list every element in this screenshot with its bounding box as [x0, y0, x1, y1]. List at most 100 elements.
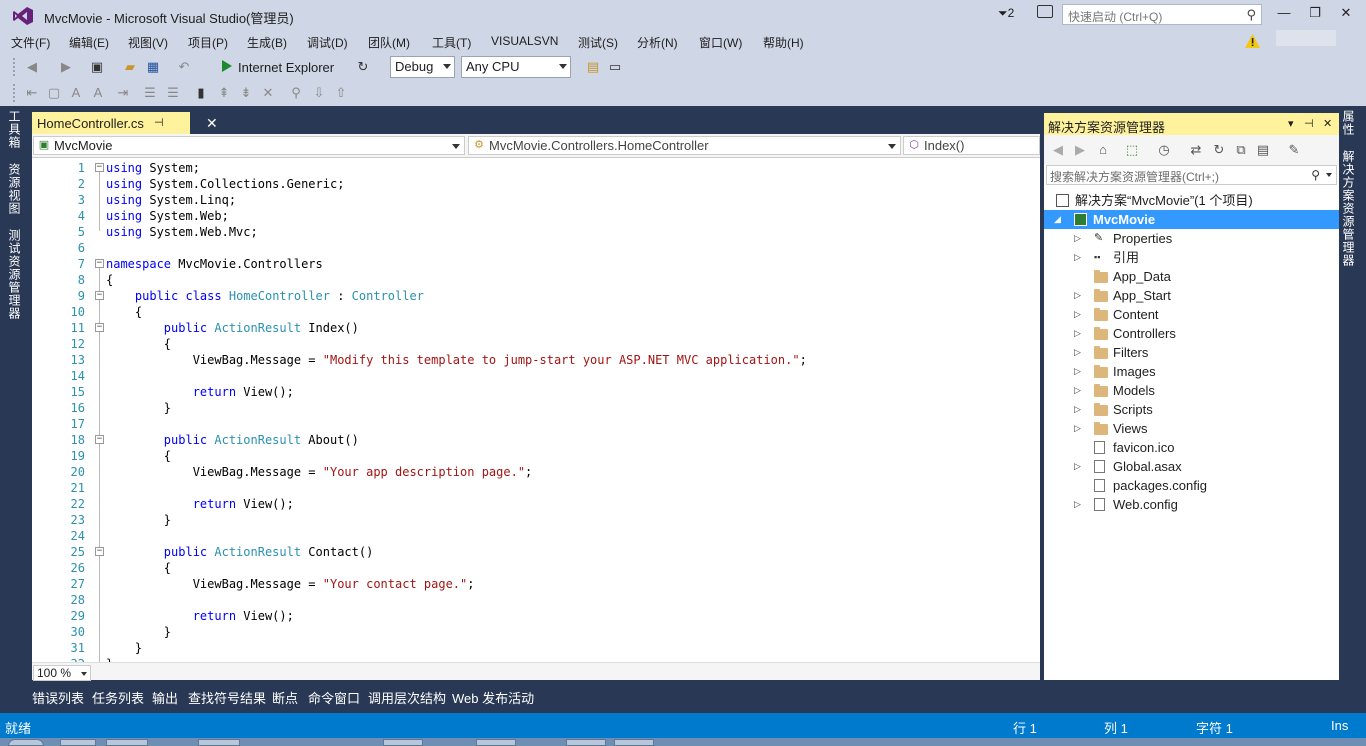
- code-line[interactable]: }: [106, 640, 142, 656]
- open-file-icon[interactable]: ▰: [122, 59, 138, 75]
- expand-arrow-icon[interactable]: ▷: [1074, 400, 1081, 419]
- save-all-icon[interactable]: ▦: [145, 59, 161, 75]
- comment-icon[interactable]: ☰: [142, 85, 158, 101]
- start-debugging-icon[interactable]: [222, 60, 232, 72]
- code-line[interactable]: {: [106, 272, 113, 288]
- find-icon[interactable]: ⚲: [288, 85, 304, 101]
- collapse-outline-icon[interactable]: −: [95, 435, 104, 444]
- menu-team[interactable]: 团队(M): [368, 34, 410, 51]
- minimize-button[interactable]: —: [1274, 5, 1294, 23]
- quick-launch-input[interactable]: 快速启动 (Ctrl+Q) ⚲: [1062, 4, 1262, 25]
- taskbar-app[interactable]: [106, 739, 148, 746]
- menu-project[interactable]: 项目(P): [188, 34, 228, 51]
- menu-edit[interactable]: 编辑(E): [69, 34, 109, 51]
- close-tab-icon[interactable]: ✕: [206, 115, 218, 132]
- test-explorer-tab[interactable]: 测试资源管理器: [6, 229, 23, 320]
- tree-item[interactable]: 解决方案“MvcMovie”(1 个项目): [1044, 191, 1339, 210]
- navigate-back-icon[interactable]: ◀: [24, 59, 40, 75]
- tree-item[interactable]: ▷ ✎ Properties: [1044, 229, 1339, 248]
- collapse-outline-icon[interactable]: −: [95, 259, 104, 268]
- show-all-files-icon[interactable]: ▤: [1255, 142, 1271, 158]
- expand-arrow-icon[interactable]: ▷: [1074, 457, 1081, 476]
- menu-test[interactable]: 测试(S): [578, 34, 618, 51]
- code-line[interactable]: using System.Linq;: [106, 192, 236, 208]
- toolbar-grip[interactable]: [13, 58, 16, 76]
- menu-file[interactable]: 文件(F): [11, 34, 50, 51]
- navigate-forward-icon[interactable]: ▶: [58, 59, 74, 75]
- expand-arrow-icon[interactable]: ▷: [1074, 248, 1081, 267]
- taskbar-app[interactable]: [383, 739, 423, 746]
- code-line[interactable]: return View();: [106, 496, 294, 512]
- run-target-button[interactable]: Internet Explorer: [238, 60, 334, 75]
- tab-output[interactable]: 输出: [152, 688, 178, 707]
- tree-item[interactable]: favicon.ico: [1044, 438, 1339, 457]
- code-line[interactable]: {: [106, 448, 171, 464]
- code-line[interactable]: }: [106, 624, 171, 640]
- tree-item[interactable]: packages.config: [1044, 476, 1339, 495]
- tree-item[interactable]: ▷ Controllers: [1044, 324, 1339, 343]
- bookmark-icon[interactable]: ▮: [193, 85, 209, 101]
- feedback-icon[interactable]: [1037, 5, 1053, 18]
- code-line[interactable]: }: [106, 400, 171, 416]
- code-line[interactable]: using System;: [106, 160, 200, 176]
- clear-bookmarks-icon[interactable]: ✕: [260, 85, 276, 101]
- expand-arrow-icon[interactable]: ◢: [1054, 210, 1061, 229]
- tree-item[interactable]: ▷ Filters: [1044, 343, 1339, 362]
- tree-item[interactable]: ▷ Content: [1044, 305, 1339, 324]
- menu-visualsvn[interactable]: VISUALSVN: [491, 34, 558, 48]
- tab-find-symbol-results[interactable]: 查找符号结果: [188, 688, 266, 707]
- code-editor[interactable]: ▣ MvcMovie ⚙ MvcMovie.Controllers.HomeCont…: [32, 134, 1040, 681]
- taskbar-app[interactable]: [614, 739, 654, 746]
- tab-breakpoints[interactable]: 断点: [272, 688, 298, 707]
- collapse-outline-icon[interactable]: −: [95, 323, 104, 332]
- code-line[interactable]: {: [106, 336, 171, 352]
- back-icon[interactable]: ◀: [1050, 142, 1066, 158]
- word-wrap-icon[interactable]: A: [90, 85, 106, 101]
- collapse-outline-icon[interactable]: −: [95, 547, 104, 556]
- tab-homecontroller[interactable]: HomeController.cs ⊣: [32, 112, 190, 134]
- code-line[interactable]: public class HomeController : Controller: [106, 288, 424, 304]
- code-line[interactable]: using System.Web.Mvc;: [106, 224, 258, 240]
- properties-tab[interactable]: 属性: [1340, 110, 1357, 136]
- member-dropdown[interactable]: ⬡ Index(): [903, 136, 1040, 155]
- menu-debug[interactable]: 调试(D): [307, 34, 348, 51]
- expand-arrow-icon[interactable]: ▷: [1074, 362, 1081, 381]
- code-line[interactable]: {: [106, 560, 171, 576]
- tab-web-publish-activity[interactable]: Web 发布活动: [452, 688, 534, 707]
- menu-build[interactable]: 生成(B): [247, 34, 287, 51]
- collapse-outline-icon[interactable]: −: [95, 291, 104, 300]
- expand-arrow-icon[interactable]: ▷: [1074, 324, 1081, 343]
- solution-explorer-tab[interactable]: 解决方案资源管理器: [1340, 150, 1357, 267]
- code-line[interactable]: }: [106, 512, 171, 528]
- project-dropdown[interactable]: ▣ MvcMovie: [33, 136, 465, 155]
- uncomment-icon[interactable]: ☰: [165, 85, 181, 101]
- properties-icon[interactable]: ✎: [1286, 142, 1302, 158]
- step-down-icon[interactable]: ⇩: [311, 85, 327, 101]
- home-icon[interactable]: ⌂: [1095, 142, 1111, 158]
- taskbar-app[interactable]: [476, 739, 516, 746]
- collapse-outline-icon[interactable]: −: [95, 163, 104, 172]
- code-line[interactable]: return View();: [106, 384, 294, 400]
- pin-icon[interactable]: ⊣: [1304, 117, 1314, 130]
- tree-item[interactable]: ▷ Models: [1044, 381, 1339, 400]
- code-line[interactable]: using System.Collections.Generic;: [106, 176, 344, 192]
- find-in-files-icon[interactable]: ▤: [585, 59, 601, 75]
- close-button[interactable]: ✕: [1336, 5, 1356, 23]
- tree-item[interactable]: ▷ Global.asax: [1044, 457, 1339, 476]
- complete-word-icon[interactable]: A: [68, 85, 84, 101]
- previous-bookmark-icon[interactable]: ⇞: [216, 85, 232, 101]
- code-line[interactable]: namespace MvcMovie.Controllers: [106, 256, 323, 272]
- tree-item[interactable]: ▷ ▪▪ 引用: [1044, 248, 1339, 267]
- refresh-icon[interactable]: ↻: [355, 59, 371, 75]
- expand-arrow-icon[interactable]: ▷: [1074, 229, 1081, 248]
- expand-arrow-icon[interactable]: ▷: [1074, 286, 1081, 305]
- tab-task-list[interactable]: 任务列表: [92, 688, 144, 707]
- panel-menu-icon[interactable]: ▾: [1288, 117, 1294, 130]
- collapse-all-icon[interactable]: ⧉: [1233, 142, 1249, 158]
- type-dropdown[interactable]: ⚙ MvcMovie.Controllers.HomeController: [468, 136, 901, 155]
- step-up-icon[interactable]: ⇧: [333, 85, 349, 101]
- code-line[interactable]: return View();: [106, 608, 294, 624]
- tree-item[interactable]: ▷ Views: [1044, 419, 1339, 438]
- tree-item[interactable]: ◢ MvcMovie: [1044, 210, 1339, 229]
- next-bookmark-icon[interactable]: ⇟: [238, 85, 254, 101]
